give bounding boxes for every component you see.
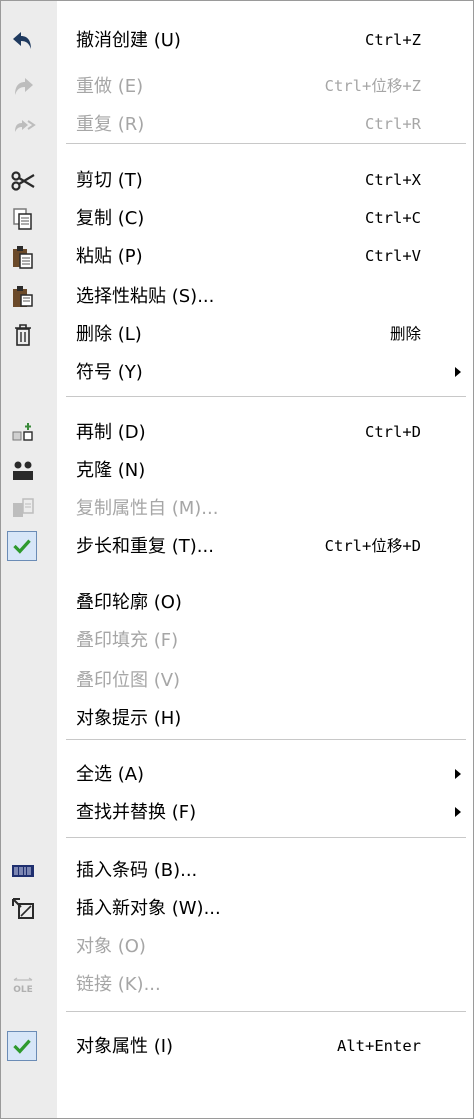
check-box-icon [7,1031,37,1061]
menu-item-label: 叠印位图 (V) [76,670,181,691]
copy-icon [9,205,37,233]
menu-item-label: 符号 (Y) [76,362,143,383]
menu-item-shortcut: Ctrl+R [365,115,421,133]
menu-item-insert-new-object[interactable]: 插入新对象 (W)... [1,889,473,928]
menu-item-find-and-replace[interactable]: 查找并替换 (F) [1,793,473,832]
context-menu: 撤消创建 (U) Ctrl+Z 重做 (E) Ctrl+位移+Z 重复 (R) Ctrl+… [0,0,474,1119]
paste-icon [9,243,37,271]
menu-item-label: 对象属性 (I) [76,1036,174,1057]
menu-item-label: 再制 (D) [76,422,146,443]
check-box-icon [7,531,37,561]
menu-item-clone[interactable]: 克隆 (N) [1,451,473,490]
menu-item-label: 步长和重复 (T)... [76,536,214,557]
menu-item-shortcut: Ctrl+D [365,423,421,441]
menu-separator [66,739,466,741]
menu-item-shortcut: Ctrl+X [365,171,421,189]
menu-item-overprint-bitmap: 叠印位图 (V) [1,661,473,700]
menu-item-label: 粘贴 (P) [76,246,143,267]
menu-item-shortcut: Ctrl+位移+D [324,537,421,555]
menu-item-shortcut: Alt+Enter [337,1037,421,1055]
menu-item-undo[interactable]: 撤消创建 (U) Ctrl+Z [1,21,473,60]
trash-icon [9,321,37,349]
menu-item-label: 查找并替换 (F) [76,802,197,823]
checkmark-icon [13,1039,31,1054]
menu-item-step-and-repeat[interactable]: 步长和重复 (T)... Ctrl+位移+D [1,527,473,566]
menu-item-label: 对象提示 (H) [76,708,182,729]
copy-properties-icon [9,495,37,523]
menu-item-redo: 重做 (E) Ctrl+位移+Z [1,67,473,106]
menu-item-select-all[interactable]: 全选 (A) [1,755,473,794]
submenu-arrow-icon [455,367,461,377]
menu-item-label: 插入条码 (B)... [76,860,198,881]
checkmark-icon [13,539,31,554]
submenu-arrow-icon [455,769,461,779]
menu-item-shortcut: Ctrl+V [365,247,421,265]
menu-item-shortcut: Ctrl+Z [365,31,421,49]
redo-icon [9,73,37,101]
menu-item-cut[interactable]: 剪切 (T) Ctrl+X [1,161,473,200]
menu-item-label: 选择性粘贴 (S)... [76,286,215,307]
menu-item-label: 重复 (R) [76,114,145,135]
menu-item-copy[interactable]: 复制 (C) Ctrl+C [1,199,473,238]
menu-item-label: 叠印轮廓 (O) [76,592,182,613]
menu-item-label: 复制属性自 (M)... [76,498,219,519]
menu-item-shortcut: Ctrl+C [365,209,421,227]
menu-item-label: 克隆 (N) [76,460,146,481]
menu-item-duplicate[interactable]: 再制 (D) Ctrl+D [1,413,473,452]
menu-item-object-hints[interactable]: 对象提示 (H) [1,699,473,738]
menu-item-label: 撤消创建 (U) [76,30,181,51]
menu-item-links: OLE 链接 (K)... [1,965,473,1004]
menu-item-label: 重做 (E) [76,76,144,97]
menu-item-paste-special[interactable]: 选择性粘贴 (S)... [1,277,473,316]
menu-separator [66,837,466,839]
menu-item-shortcut: 删除 [389,325,421,343]
undo-icon [9,27,37,55]
menu-item-label: 剪切 (T) [76,170,143,191]
ole-label: OLE [13,985,33,995]
menu-separator [66,143,466,145]
menu-item-delete[interactable]: 删除 (L) 删除 [1,315,473,354]
menu-separator [66,1011,466,1013]
menu-item-object: 对象 (O) [1,927,473,966]
clone-icon [9,457,37,485]
menu-item-label: 全选 (A) [76,764,145,785]
menu-item-repeat: 重复 (R) Ctrl+R [1,105,473,144]
duplicate-icon [9,419,37,447]
menu-item-object-properties[interactable]: 对象属性 (I) Alt+Enter [1,1027,473,1066]
menu-item-label: 插入新对象 (W)... [76,898,221,919]
menu-item-paste[interactable]: 粘贴 (P) Ctrl+V [1,237,473,276]
barcode-icon [9,857,37,885]
repeat-icon [9,111,37,139]
menu-item-shortcut: Ctrl+位移+Z [324,77,421,95]
menu-item-overprint-outline[interactable]: 叠印轮廓 (O) [1,583,473,622]
scissors-icon [9,167,37,195]
menu-item-label: 链接 (K)... [76,974,161,995]
menu-item-label: 复制 (C) [76,208,145,229]
submenu-arrow-icon [455,807,461,817]
insert-object-icon [9,895,37,923]
menu-item-symbol[interactable]: 符号 (Y) [1,353,473,392]
menu-item-insert-barcode[interactable]: 插入条码 (B)... [1,851,473,890]
ole-link-icon: OLE [9,971,37,999]
menu-item-label: 叠印填充 (F) [76,630,179,651]
menu-item-label: 对象 (O) [76,936,146,957]
menu-item-label: 删除 (L) [76,324,142,345]
menu-item-overprint-fill: 叠印填充 (F) [1,621,473,660]
paste-special-icon [9,283,37,311]
menu-separator [66,396,466,398]
menu-item-copy-properties-from: 复制属性自 (M)... [1,489,473,528]
